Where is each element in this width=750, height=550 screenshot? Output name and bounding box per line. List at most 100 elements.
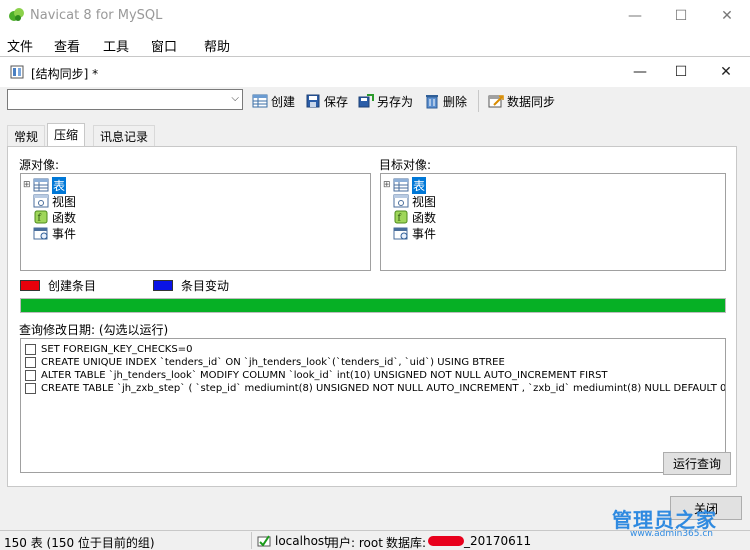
structure-sync-icon bbox=[10, 65, 24, 79]
app-title-bar: Navicat 8 for MySQL — ☐ ✕ bbox=[0, 0, 750, 31]
save-button[interactable]: 保存 bbox=[305, 91, 348, 111]
view-icon bbox=[393, 194, 409, 208]
delete-button[interactable]: 删除 bbox=[424, 91, 467, 111]
status-database-label: 数据库: bbox=[386, 536, 427, 550]
data-sync-label: 数据同步 bbox=[507, 94, 556, 109]
legend-change-swatch bbox=[153, 280, 173, 291]
table-icon bbox=[393, 178, 409, 192]
menu-bar: 文件 查看 工具 窗口 帮助 bbox=[0, 31, 750, 56]
create-icon bbox=[252, 94, 268, 108]
query-row[interactable]: ALTER TABLE `jh_tenders_look` MODIFY COL… bbox=[25, 369, 725, 382]
menu-tools[interactable]: 工具 bbox=[103, 36, 129, 55]
document-title-bar: [结构同步] * — ☐ ✕ bbox=[0, 57, 750, 87]
compare-progress-bar bbox=[20, 298, 726, 313]
query-text: CREATE UNIQUE INDEX `tenders_id` ON `jh_… bbox=[41, 357, 505, 368]
query-checkbox[interactable] bbox=[25, 357, 36, 368]
event-icon bbox=[393, 227, 408, 240]
trash-icon bbox=[426, 95, 438, 109]
save-label: 保存 bbox=[324, 94, 349, 109]
source-tree[interactable]: ⊞ 表 视图 f 函数 事件 bbox=[20, 173, 371, 271]
target-item-label: 事件 bbox=[412, 226, 437, 241]
navicat-logo-icon bbox=[9, 8, 24, 21]
menu-help[interactable]: 帮助 bbox=[204, 36, 230, 55]
source-tree-item-tables[interactable]: ⊞ 表 bbox=[23, 176, 76, 194]
tab-message-log[interactable]: 讯息记录 bbox=[93, 125, 156, 146]
query-text: SET FOREIGN_KEY_CHECKS=0 bbox=[41, 344, 193, 355]
compare-panel: 源对像: ⊞ 表 视图 f 函数 事件 目标对像: ⊞ 表 视图 f 函数 事件… bbox=[7, 146, 737, 487]
connection-icon bbox=[257, 535, 271, 547]
function-icon: f bbox=[394, 210, 408, 224]
app-maximize-button[interactable]: ☐ bbox=[658, 0, 704, 31]
tab-compress[interactable]: 压缩 bbox=[47, 123, 86, 147]
query-row[interactable]: CREATE UNIQUE INDEX `tenders_id` ON `jh_… bbox=[25, 356, 725, 369]
menu-file[interactable]: 文件 bbox=[7, 36, 33, 55]
source-tree-item-functions[interactable]: f 函数 bbox=[23, 209, 76, 225]
save-as-button[interactable]: 另存为 bbox=[358, 91, 413, 111]
target-objects-label: 目标对像: bbox=[379, 158, 432, 172]
source-objects-label: 源对像: bbox=[19, 158, 60, 172]
status-host: localhost bbox=[275, 534, 329, 548]
status-database-name: _20170611 bbox=[464, 534, 532, 548]
app-close-button[interactable]: ✕ bbox=[704, 0, 750, 31]
tab-general[interactable]: 常规 bbox=[7, 125, 46, 146]
query-text: CREATE TABLE `jh_zxb_step` ( `step_id` m… bbox=[41, 383, 726, 394]
target-tree-item-views[interactable]: 视图 bbox=[383, 193, 436, 209]
event-icon bbox=[33, 227, 48, 240]
redaction-mark bbox=[428, 536, 464, 546]
target-tree-item-events[interactable]: 事件 bbox=[383, 225, 436, 241]
create-label: 创建 bbox=[271, 94, 296, 109]
menu-window[interactable]: 窗口 bbox=[151, 36, 177, 55]
query-row[interactable]: SET FOREIGN_KEY_CHECKS=0 bbox=[25, 343, 725, 356]
source-item-label: 表 bbox=[52, 176, 67, 194]
target-item-label: 视图 bbox=[412, 194, 437, 209]
source-item-label: 事件 bbox=[52, 226, 77, 241]
target-item-label: 函数 bbox=[412, 210, 437, 225]
legend-create-label: 创建条目 bbox=[48, 279, 97, 293]
progress-fill bbox=[21, 299, 725, 312]
expand-plus-icon[interactable]: ⊞ bbox=[383, 180, 393, 190]
document-close-button[interactable]: ✕ bbox=[706, 57, 746, 87]
query-list[interactable]: SET FOREIGN_KEY_CHECKS=0 CREATE UNIQUE I… bbox=[20, 338, 726, 473]
status-table-count: 150 表 (150 位于目前的组) bbox=[4, 536, 155, 550]
watermark-url: www.admin365.cn bbox=[630, 529, 714, 539]
chevron-down-icon: ⌵ bbox=[231, 93, 239, 104]
expand-plus-icon[interactable]: ⊞ bbox=[23, 180, 33, 190]
delete-label: 删除 bbox=[443, 94, 468, 109]
query-text: ALTER TABLE `jh_tenders_look` MODIFY COL… bbox=[41, 370, 608, 381]
document-maximize-button[interactable]: ☐ bbox=[661, 57, 701, 87]
data-sync-button[interactable]: 数据同步 bbox=[488, 91, 555, 111]
save-icon bbox=[306, 94, 320, 108]
query-list-label: 查询修改日期: (勾选以运行) bbox=[19, 323, 169, 337]
menu-view[interactable]: 查看 bbox=[54, 36, 80, 55]
status-user: 用户: root bbox=[327, 536, 383, 550]
app-title: Navicat 8 for MySQL bbox=[30, 8, 163, 23]
source-tree-item-events[interactable]: 事件 bbox=[23, 225, 76, 241]
source-item-label: 视图 bbox=[52, 194, 77, 209]
status-divider bbox=[251, 532, 252, 549]
save-as-icon bbox=[358, 94, 374, 108]
query-checkbox[interactable] bbox=[25, 344, 36, 355]
query-checkbox[interactable] bbox=[25, 383, 36, 394]
legend-create-swatch bbox=[20, 280, 40, 291]
query-checkbox[interactable] bbox=[25, 370, 36, 381]
save-as-label: 另存为 bbox=[377, 94, 414, 109]
source-tree-item-views[interactable]: 视图 bbox=[23, 193, 76, 209]
function-icon: f bbox=[34, 210, 48, 224]
structure-sync-window: [结构同步] * — ☐ ✕ ⌵ 创建 保存 另存为 删除 数据同步 常规 压缩… bbox=[0, 56, 750, 530]
app-minimize-button[interactable]: — bbox=[612, 0, 658, 31]
document-title: [结构同步] * bbox=[31, 67, 99, 81]
legend-change-label: 条目变动 bbox=[181, 279, 230, 293]
table-icon bbox=[33, 178, 49, 192]
data-sync-icon bbox=[488, 95, 504, 108]
target-item-label: 表 bbox=[412, 176, 427, 194]
document-minimize-button[interactable]: — bbox=[620, 57, 660, 87]
profile-select[interactable]: ⌵ bbox=[7, 89, 243, 110]
target-tree-item-functions[interactable]: f 函数 bbox=[383, 209, 436, 225]
view-icon bbox=[33, 194, 49, 208]
create-button[interactable]: 创建 bbox=[252, 91, 295, 111]
query-row[interactable]: CREATE TABLE `jh_zxb_step` ( `step_id` m… bbox=[25, 382, 725, 395]
target-tree-item-tables[interactable]: ⊞ 表 bbox=[383, 176, 436, 194]
toolbar-divider bbox=[478, 90, 479, 112]
run-query-button[interactable]: 运行查询 bbox=[663, 452, 731, 475]
target-tree[interactable]: ⊞ 表 视图 f 函数 事件 bbox=[380, 173, 726, 271]
